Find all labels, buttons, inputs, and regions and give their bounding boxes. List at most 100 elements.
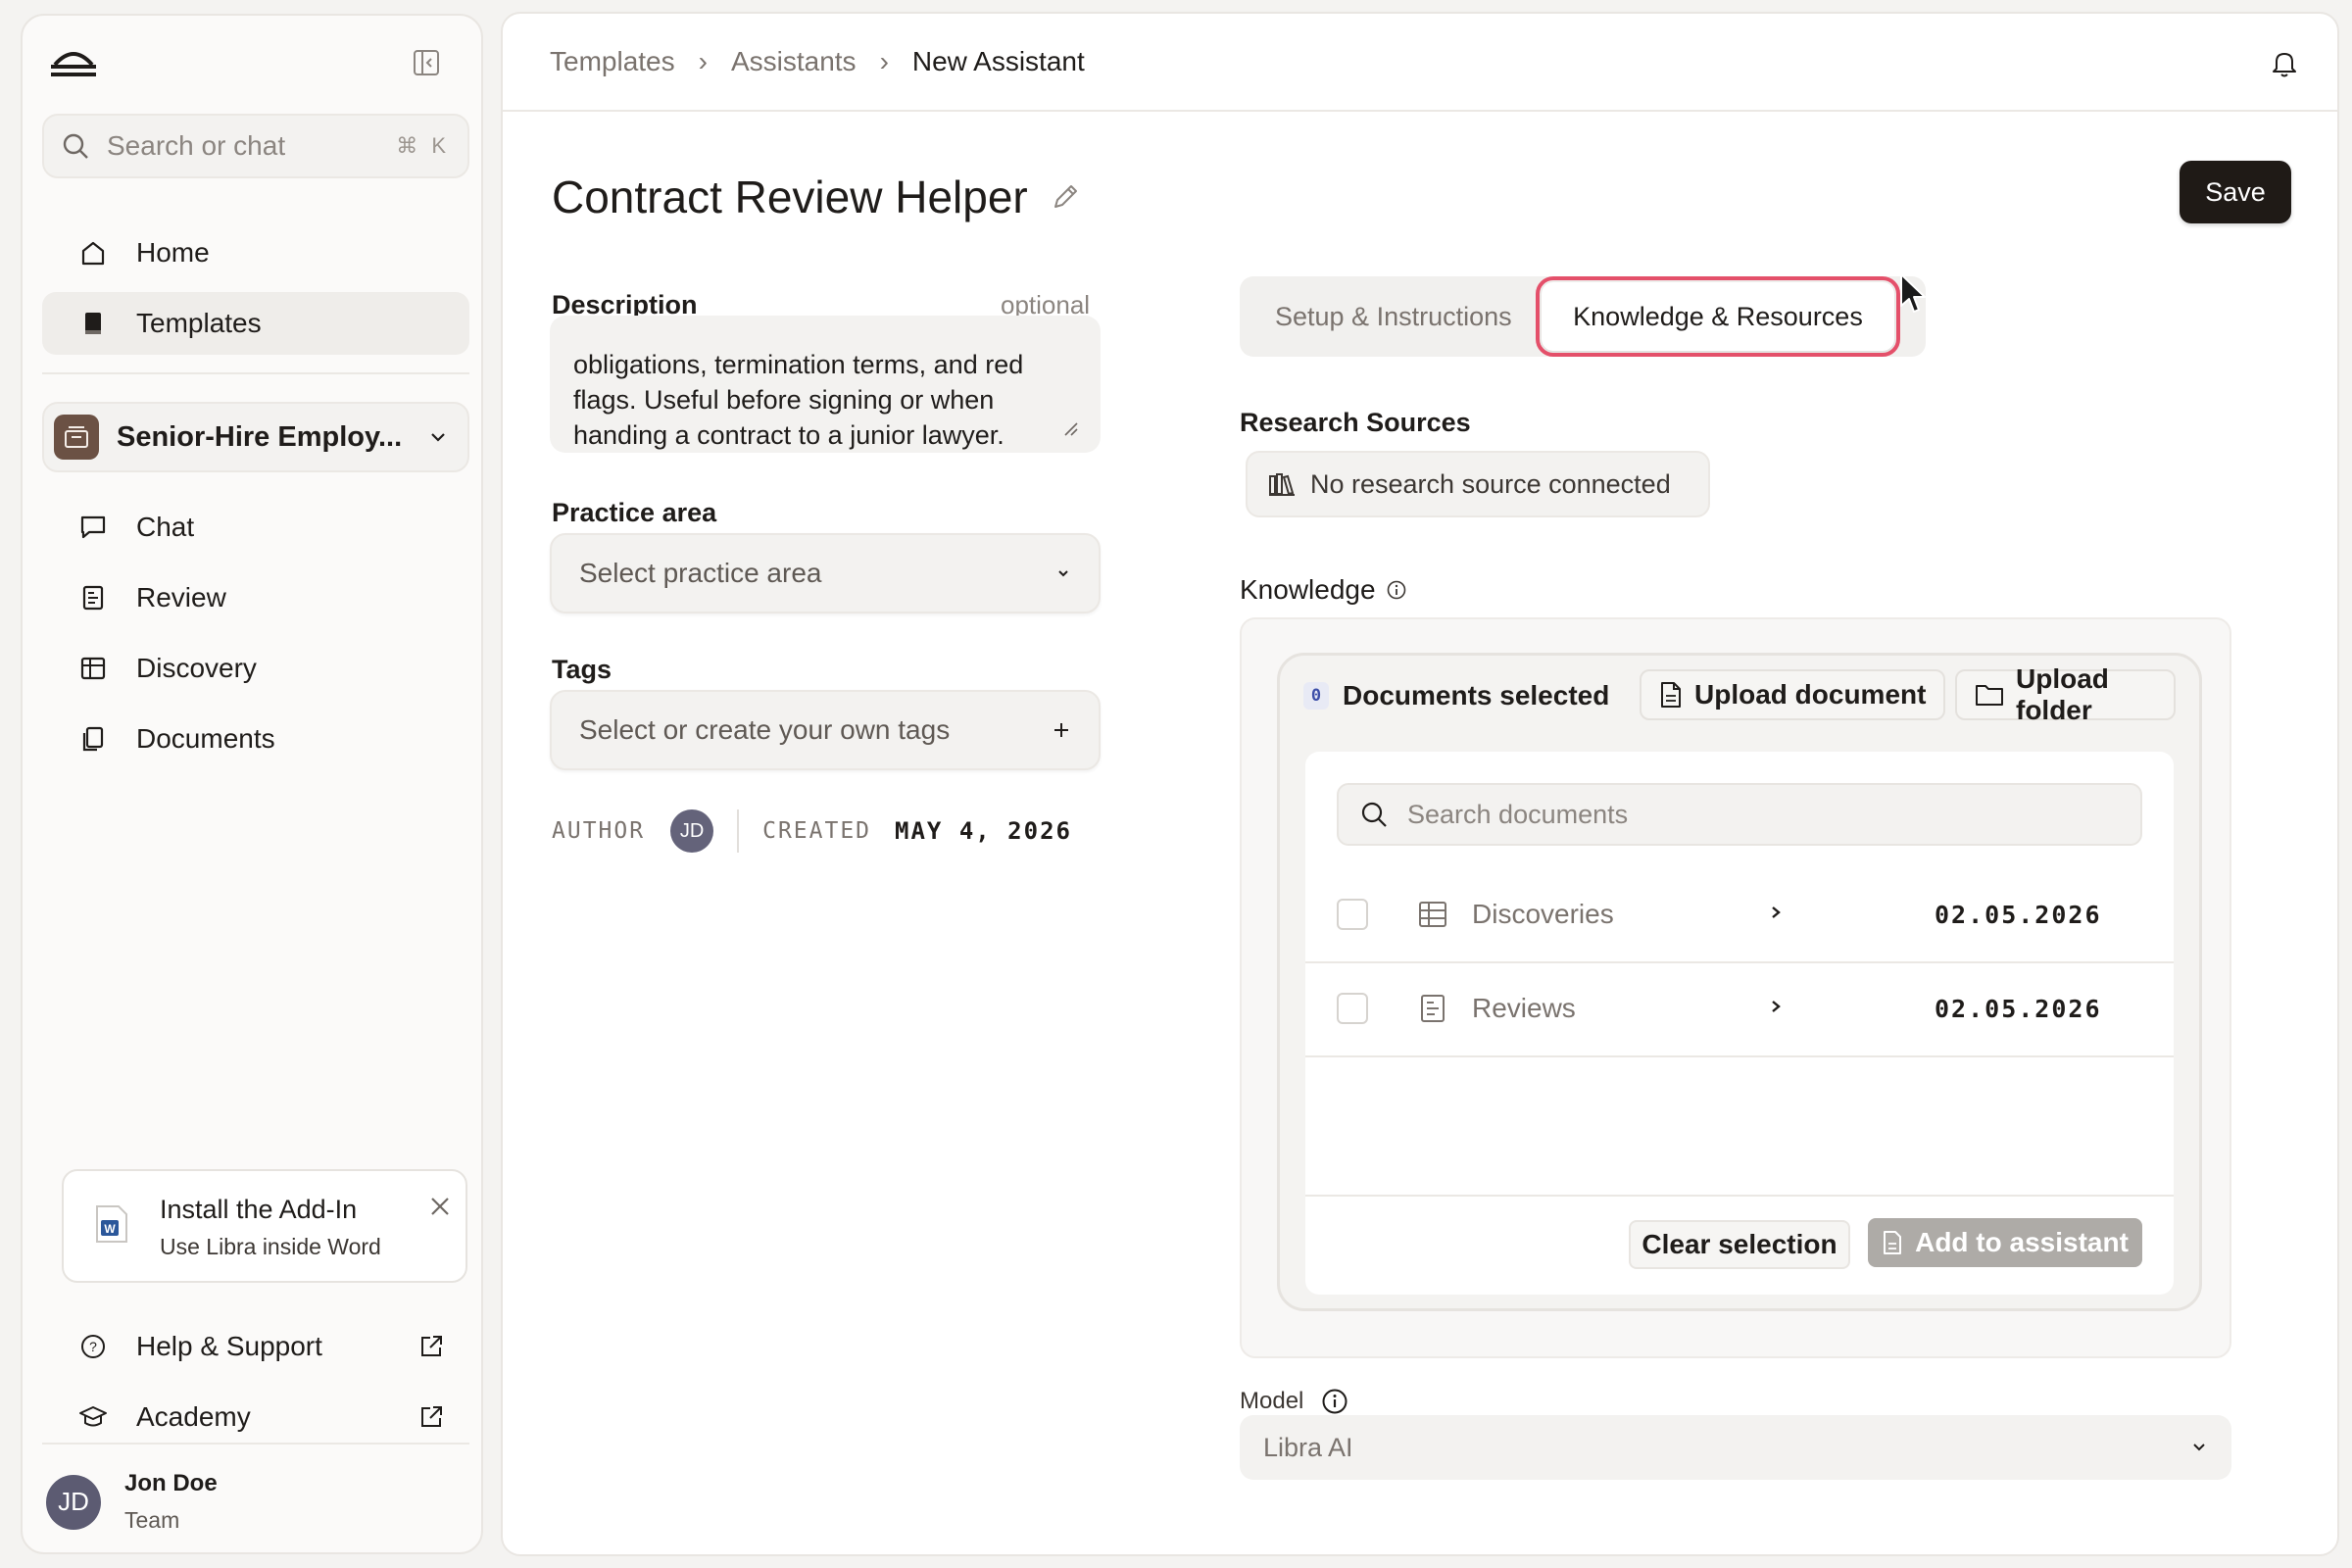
row-checkbox[interactable] <box>1337 899 1368 930</box>
model-label: Model <box>1240 1388 1348 1415</box>
nav-item-review[interactable]: Review <box>42 566 469 629</box>
svg-text:?: ? <box>89 1339 97 1354</box>
selected-count-badge: 0 <box>1303 682 1329 710</box>
breadcrumb-templates[interactable]: Templates <box>550 46 675 77</box>
user-name: Jon Doe <box>124 1470 218 1496</box>
assistant-meta: AUTHOR JD CREATED MAY 4, 2026 <box>552 809 1072 853</box>
chevron-down-icon <box>1055 567 1071 579</box>
main-panel: Templates › Assistants › New Assistant C… <box>501 12 2339 1556</box>
install-addin-card[interactable]: W Install the Add-In Use Libra inside Wo… <box>62 1169 467 1283</box>
upload-document-button[interactable]: Upload document <box>1640 669 1946 720</box>
nav-item-label: Help & Support <box>136 1331 322 1361</box>
page-title: Contract Review Helper <box>552 171 1081 223</box>
list-footer-divider <box>1305 1195 2174 1197</box>
created-label: CREATED <box>762 818 872 844</box>
libra-logo-icon[interactable] <box>49 45 98 78</box>
row-date: 02.05.2026 <box>1935 901 2102 929</box>
sidebar-search-input[interactable]: Search or chat ⌘ K <box>42 114 469 178</box>
practice-area-placeholder: Select practice area <box>579 558 822 588</box>
edit-pencil-icon[interactable] <box>1050 181 1081 213</box>
tags-label: Tags <box>552 655 612 684</box>
tags-select[interactable]: Select or create your own tags <box>550 690 1101 770</box>
academy-link[interactable]: Academy <box>42 1386 469 1448</box>
meta-divider <box>737 809 740 853</box>
nav-item-label: Chat <box>136 512 195 542</box>
breadcrumb: Templates › Assistants › New Assistant <box>503 14 2337 112</box>
knowledge-label: Knowledge <box>1240 574 1407 606</box>
resize-handle-icon[interactable] <box>1063 421 1079 437</box>
external-link-icon <box>418 1334 444 1359</box>
nav-item-home[interactable]: Home <box>42 221 469 284</box>
practice-area-select[interactable]: Select practice area <box>550 533 1101 613</box>
user-profile[interactable]: JD Jon Doe Team <box>46 1470 218 1534</box>
nav-item-label: Academy <box>136 1401 251 1432</box>
row-date: 02.05.2026 <box>1935 995 2102 1023</box>
sidebar-divider <box>42 372 469 374</box>
author-label: AUTHOR <box>552 818 646 844</box>
nav-item-label: Review <box>136 582 226 612</box>
description-textarea[interactable]: obligations, termination terms, and red … <box>550 316 1101 453</box>
document-search-placeholder: Search documents <box>1407 799 1629 829</box>
document-search-input[interactable]: Search documents <box>1337 783 2142 846</box>
save-button[interactable]: Save <box>2180 161 2291 223</box>
user-role: Team <box>124 1507 180 1533</box>
nav-item-label: Home <box>136 237 210 268</box>
model-select[interactable]: Libra AI <box>1240 1415 2231 1480</box>
info-icon[interactable] <box>1386 579 1407 601</box>
nav-item-chat[interactable]: Chat <box>42 496 469 559</box>
add-to-assistant-button[interactable]: Add to assistant <box>1868 1218 2142 1267</box>
tab-knowledge-resources[interactable]: Knowledge & Resources <box>1536 276 1900 357</box>
row-name: Reviews <box>1472 993 1576 1023</box>
nav-item-label: Documents <box>136 723 275 754</box>
research-source-chip[interactable]: No research source connected <box>1246 451 1710 517</box>
documents-icon <box>77 725 109 753</box>
svg-text:W: W <box>104 1222 116 1236</box>
close-icon[interactable] <box>428 1195 452 1218</box>
nav-item-label: Discovery <box>136 653 257 683</box>
row-checkbox[interactable] <box>1337 993 1368 1024</box>
upload-folder-button[interactable]: Upload folder <box>1955 663 2176 725</box>
nav-item-documents[interactable]: Documents <box>42 708 469 770</box>
breadcrumb-assistants[interactable]: Assistants <box>731 46 857 77</box>
knowledge-panel: 0 Documents selected Upload document Upl… <box>1240 617 2231 1358</box>
table-icon <box>1417 899 1448 930</box>
breadcrumb-current: New Assistant <box>911 46 1085 76</box>
table-row[interactable]: Reviews 02.05.2026 <box>1305 963 2174 1057</box>
chevron-right-icon[interactable] <box>1768 903 1784 922</box>
help-icon: ? <box>77 1333 109 1360</box>
folder-icon <box>1975 682 2004 708</box>
bell-icon[interactable] <box>2271 49 2298 78</box>
nav-item-discovery[interactable]: Discovery <box>42 637 469 700</box>
assistant-name[interactable]: Contract Review Helper <box>552 171 1028 223</box>
research-sources-label: Research Sources <box>1240 408 1471 437</box>
table-row[interactable]: Discoveries 02.05.2026 <box>1305 869 2174 963</box>
workspace-folder-icon <box>54 415 99 460</box>
chevron-down-icon <box>2190 1442 2208 1453</box>
search-icon <box>62 132 89 160</box>
review-icon <box>77 584 109 612</box>
tab-setup-instructions[interactable]: Setup & Instructions <box>1275 276 1512 357</box>
addin-title: Install the Add-In <box>160 1195 358 1224</box>
plus-icon[interactable] <box>1052 720 1071 740</box>
mouse-cursor-icon <box>1898 272 1928 316</box>
search-placeholder: Search or chat <box>107 130 286 161</box>
document-icon <box>1659 681 1683 709</box>
nav-item-label: Templates <box>136 308 262 338</box>
info-icon[interactable] <box>1321 1388 1348 1415</box>
collapse-sidebar-icon[interactable] <box>413 49 440 76</box>
academy-icon <box>77 1403 109 1431</box>
chevron-right-icon[interactable] <box>1768 997 1784 1016</box>
document-icon <box>1882 1230 1903 1255</box>
research-source-text: No research source connected <box>1310 468 1671 499</box>
add-to-assistant-label: Add to assistant <box>1915 1227 2129 1257</box>
search-shortcut: ⌘ K <box>396 133 450 158</box>
tab-bar: Setup & Instructions Knowledge & Resourc… <box>1240 276 1926 357</box>
knowledge-label-text: Knowledge <box>1240 574 1376 605</box>
model-value: Libra AI <box>1263 1432 1353 1462</box>
clear-selection-button[interactable]: Clear selection <box>1629 1220 1850 1269</box>
upload-folder-label: Upload folder <box>2016 663 2109 725</box>
nav-item-templates[interactable]: Templates <box>42 292 469 355</box>
workspace-select[interactable]: Senior-Hire Employ... <box>42 402 469 472</box>
model-label-text: Model <box>1240 1388 1304 1414</box>
help-support-link[interactable]: ? Help & Support <box>42 1315 469 1378</box>
